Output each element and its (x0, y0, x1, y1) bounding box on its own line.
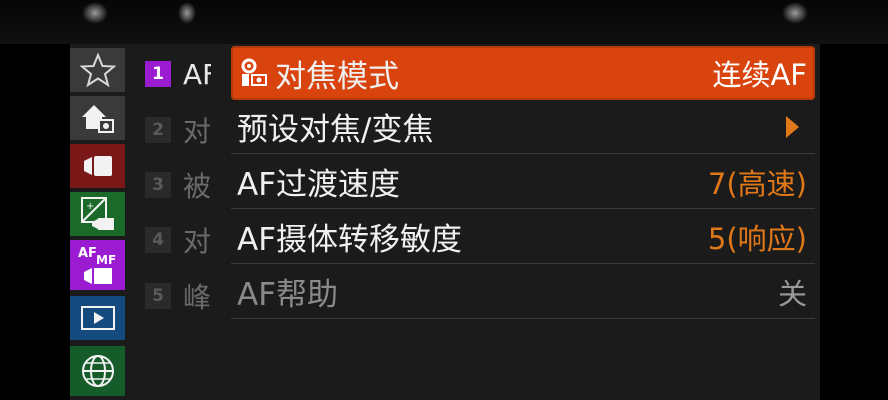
menu-item-value: 5(响应) (707, 221, 807, 256)
svg-text:+: + (86, 201, 94, 212)
tab-camera-settings[interactable] (70, 96, 125, 140)
tab-network[interactable] (70, 346, 125, 396)
page-item[interactable]: 3 被 (145, 170, 211, 203)
menu-item-label-wrap: 对焦模式 (237, 51, 399, 96)
page-number: 3 (145, 172, 171, 198)
globe-network-icon (81, 355, 114, 387)
svg-text:MF: MF (96, 253, 116, 267)
menu-item-af-assist[interactable]: AF帮助 关 (231, 265, 815, 319)
page-title: 对 (183, 115, 211, 148)
menu-item-focus-mode[interactable]: 对焦模式 连续AF (231, 46, 815, 100)
svg-text:AF: AF (78, 246, 97, 261)
reflection-glint (178, 2, 196, 24)
menu-item-preset-focus-zoom[interactable]: 预设对焦/变焦 (231, 100, 815, 154)
menu-item-label: AF过渡速度 (237, 167, 401, 203)
page-number: 4 (145, 227, 171, 253)
page-item[interactable]: 4 对 (145, 225, 211, 258)
camera-home-icon (81, 105, 114, 133)
focus-mode-icon (241, 58, 267, 86)
exposure-compensation-icon: + (80, 197, 114, 230)
playback-icon (80, 306, 115, 330)
page-list: 1 AF 2 对 3 被 4 对 5 峰 (125, 44, 230, 400)
star-icon (79, 53, 116, 87)
tab-movie[interactable] (70, 144, 125, 188)
menu-item-label: AF摄体转移敏度 (237, 222, 463, 258)
page-item[interactable]: 1 AF (145, 57, 211, 91)
reflection-glint (82, 2, 108, 24)
page-title: 峰 (183, 281, 211, 314)
page-item[interactable]: 2 对 (145, 115, 211, 148)
menu-item-value: 关 (777, 276, 807, 311)
menu-item-label: 对焦模式 (275, 58, 399, 95)
menu-item-label: 预设对焦/变焦 (237, 112, 434, 148)
menu-item-af-subject-shift-sensitivity[interactable]: AF摄体转移敏度 5(响应) (231, 210, 815, 264)
page-number: 2 (145, 117, 171, 143)
af-mf-icon: AF MF (78, 246, 116, 284)
menu-item-label: AF帮助 (237, 277, 339, 313)
menu-category-tabs: + AF MF (70, 44, 125, 400)
tab-exposure[interactable]: + (70, 192, 125, 236)
page-number: 1 (145, 61, 171, 87)
tab-playback[interactable] (70, 296, 125, 340)
submenu-arrow-icon (786, 115, 799, 138)
settings-menu-list: 对焦模式 连续AF 预设对焦/变焦 AF过渡速度 7(高速) AF摄体转移敏度 … (231, 44, 815, 400)
right-bezel (820, 44, 888, 400)
menu-item-af-transition-speed[interactable]: AF过渡速度 7(高速) (231, 155, 815, 209)
reflection-glint (782, 2, 808, 24)
tab-my-menu[interactable] (70, 48, 125, 92)
page-title: 被 (183, 170, 211, 203)
page-item[interactable]: 5 峰 (145, 281, 211, 314)
menu-item-value: 连续AF (712, 58, 807, 92)
page-title: 对 (183, 225, 211, 258)
page-number: 5 (145, 283, 171, 309)
movie-camera-icon (83, 156, 112, 176)
tab-af-mf[interactable]: AF MF (70, 240, 125, 290)
top-bezel (0, 0, 888, 44)
page-title: AF (183, 57, 211, 91)
menu-item-value: 7(高速) (707, 166, 807, 201)
